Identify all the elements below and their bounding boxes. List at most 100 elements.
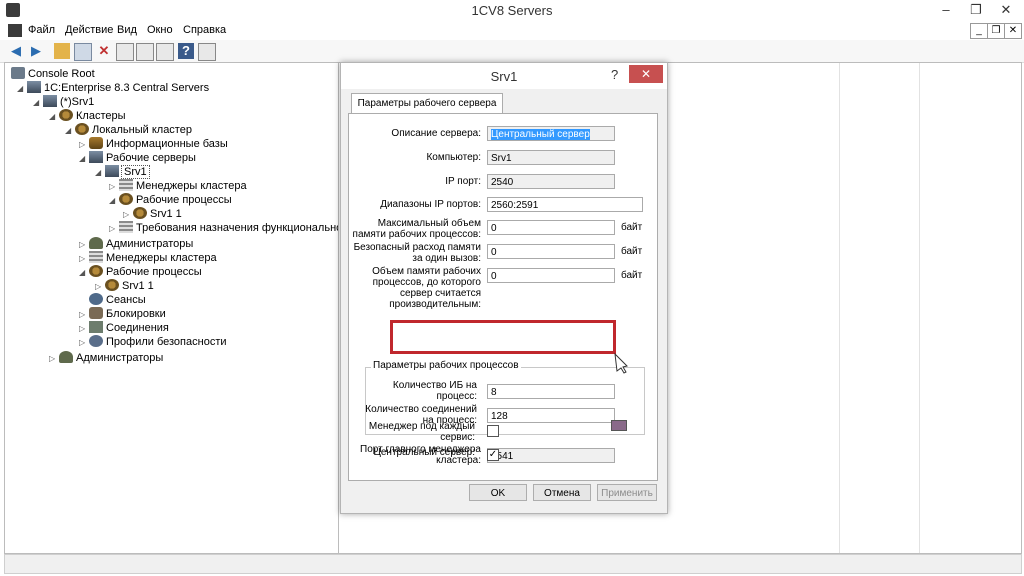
tab-server-params[interactable]: Параметры рабочего сервера [351,93,503,114]
show-tree-icon[interactable] [74,43,92,61]
minimize-button[interactable]: – [930,0,962,20]
computer-field[interactable]: Srv1 [487,150,615,165]
inner-close-button[interactable]: ✕ [1004,23,1022,39]
tree-node-srv1-1[interactable]: ▷ Srv1 1 [123,207,182,221]
expand-arrow-icon[interactable]: ▷ [79,240,89,249]
memory-threshold-unit: байт [621,270,643,281]
tree-node-cluster-managers-2[interactable]: ▷ Менеджеры кластера [79,251,217,265]
tree-node-local-cluster[interactable]: ◢ Локальный кластер [65,123,192,137]
tree-node-requirements[interactable]: ▷ Требования назначения функциональности [109,221,359,235]
max-memory-field[interactable]: 0 [487,220,615,235]
back-arrow-icon[interactable]: ◀ [8,43,24,59]
dialog-close-button[interactable]: ✕ [629,65,663,83]
expand-arrow-icon[interactable]: ▷ [49,354,59,363]
tree-node-admins-root[interactable]: ▷ Администраторы [49,351,163,365]
status-bar [4,554,1022,574]
collapse-arrow-icon[interactable]: ◢ [17,84,27,93]
computer-label: Компьютер: [426,152,481,163]
export-list-icon[interactable] [156,43,174,61]
toolbar: ◀ ▶ ✕ ? [0,40,1024,63]
console-tree: Console Root ◢ 1C:Enterprise 8.3 Central … [4,62,359,554]
spin-icon[interactable] [611,420,627,431]
expand-arrow-icon[interactable]: ▷ [79,310,89,319]
tree-node-locks[interactable]: ▷ Блокировки [79,307,166,321]
collapse-arrow-icon[interactable]: ◢ [79,268,89,277]
dialog-help-button[interactable]: ? [611,67,618,82]
collapse-arrow-icon[interactable]: ◢ [109,196,119,205]
main-manager-port-field[interactable]: 2541 [487,448,615,463]
tree-node-clusters[interactable]: ◢ Кластеры [49,109,126,123]
ip-port-label: IP порт: [445,176,481,187]
ib-per-process-label: Количество ИБ на процесс: [392,380,477,402]
cluster-icon [75,123,89,135]
view-icon[interactable] [198,43,216,61]
tree-node-srv1[interactable]: ◢ Srv1 [95,165,150,179]
ok-button[interactable]: OK [469,484,527,501]
dialog-titlebar: Srv1 ? ✕ [341,63,667,89]
work-servers-icon [89,151,103,163]
collapse-arrow-icon[interactable]: ◢ [79,154,89,163]
manager-per-service-checkbox[interactable] [487,425,499,437]
expand-arrow-icon[interactable]: ▷ [109,182,119,191]
inner-restore-button[interactable]: ❐ [987,23,1005,39]
process-icon [105,279,119,291]
expand-arrow-icon[interactable]: ▷ [123,210,133,219]
tree-node-work-processes[interactable]: ◢ Рабочие процессы [109,193,232,207]
delete-icon[interactable]: ✕ [96,43,112,59]
sessions-icon [89,293,103,305]
collapse-arrow-icon[interactable]: ◢ [65,126,75,135]
tree-node-srv1-1b[interactable]: ▷ Srv1 1 [95,279,154,293]
menu-window[interactable]: Окно [147,24,173,36]
managers-icon [89,251,103,263]
tree-node-sessions[interactable]: Сеансы [89,293,146,307]
collapse-arrow-icon[interactable]: ◢ [95,168,105,177]
menu-action[interactable]: Действие [65,24,113,36]
collapse-arrow-icon[interactable]: ◢ [33,98,43,107]
menu-help[interactable]: Справка [183,24,226,36]
tree-node-console-root[interactable]: Console Root [11,67,95,81]
folder-icon [11,67,25,79]
expand-arrow-icon[interactable]: ▷ [79,324,89,333]
inner-minimize-button[interactable]: _ [970,23,988,39]
expand-arrow-icon[interactable]: ▷ [79,254,89,263]
collapse-arrow-icon[interactable]: ◢ [49,112,59,121]
conn-per-process-field[interactable]: 128 [487,408,615,423]
tree-node-cluster-managers[interactable]: ▷ Менеджеры кластера [109,179,247,193]
ip-range-field[interactable]: 2560:2591 [487,197,643,212]
expand-arrow-icon[interactable]: ▷ [95,282,105,291]
tree-node-srv[interactable]: ◢ (*)Srv1 [33,95,94,109]
group-title: Параметры рабочих процессов [371,360,521,371]
tree-node-connections[interactable]: ▷ Соединения [79,321,169,335]
tree-node-security-profiles[interactable]: ▷ Профили безопасности [79,335,227,349]
column-divider [919,63,920,553]
central-server-checkbox[interactable]: ✓ [487,449,499,461]
apply-button[interactable]: Применить [597,484,657,501]
help-icon[interactable]: ? [178,43,194,59]
ip-port-field[interactable]: 2540 [487,174,615,189]
tree-node-central-servers[interactable]: ◢ 1C:Enterprise 8.3 Central Servers [17,81,209,95]
expand-arrow-icon[interactable]: ▷ [79,140,89,149]
ib-per-process-field[interactable]: 8 [487,384,615,399]
properties-icon[interactable] [116,43,134,61]
close-button[interactable]: ✕ [990,0,1022,20]
highlight-box [390,320,616,354]
expand-arrow-icon[interactable]: ▷ [109,224,119,233]
tree-node-infobases[interactable]: ▷ Информационные базы [79,137,228,151]
forward-arrow-icon[interactable]: ▶ [28,43,44,59]
menu-view[interactable]: Вид [117,24,137,36]
pointer-cursor-icon [614,352,628,374]
max-memory-label: Максимальный объем памяти рабочих процес… [352,218,481,240]
processes-icon [119,193,133,205]
memory-threshold-field[interactable]: 0 [487,268,615,283]
cancel-button[interactable]: Отмена [533,484,591,501]
tree-node-work-servers[interactable]: ◢ Рабочие серверы [79,151,196,165]
expand-arrow-icon[interactable]: ▷ [79,338,89,347]
description-field[interactable]: Центральный сервер [487,126,615,141]
menu-file[interactable]: Файл [28,24,55,36]
tree-node-work-processes-2[interactable]: ◢ Рабочие процессы [79,265,202,279]
folder-up-icon[interactable] [54,43,70,59]
restore-button[interactable]: ❐ [960,0,992,20]
refresh-icon[interactable] [136,43,154,61]
tree-node-admins[interactable]: ▷ Администраторы [79,237,193,251]
safe-call-field[interactable]: 0 [487,244,615,259]
